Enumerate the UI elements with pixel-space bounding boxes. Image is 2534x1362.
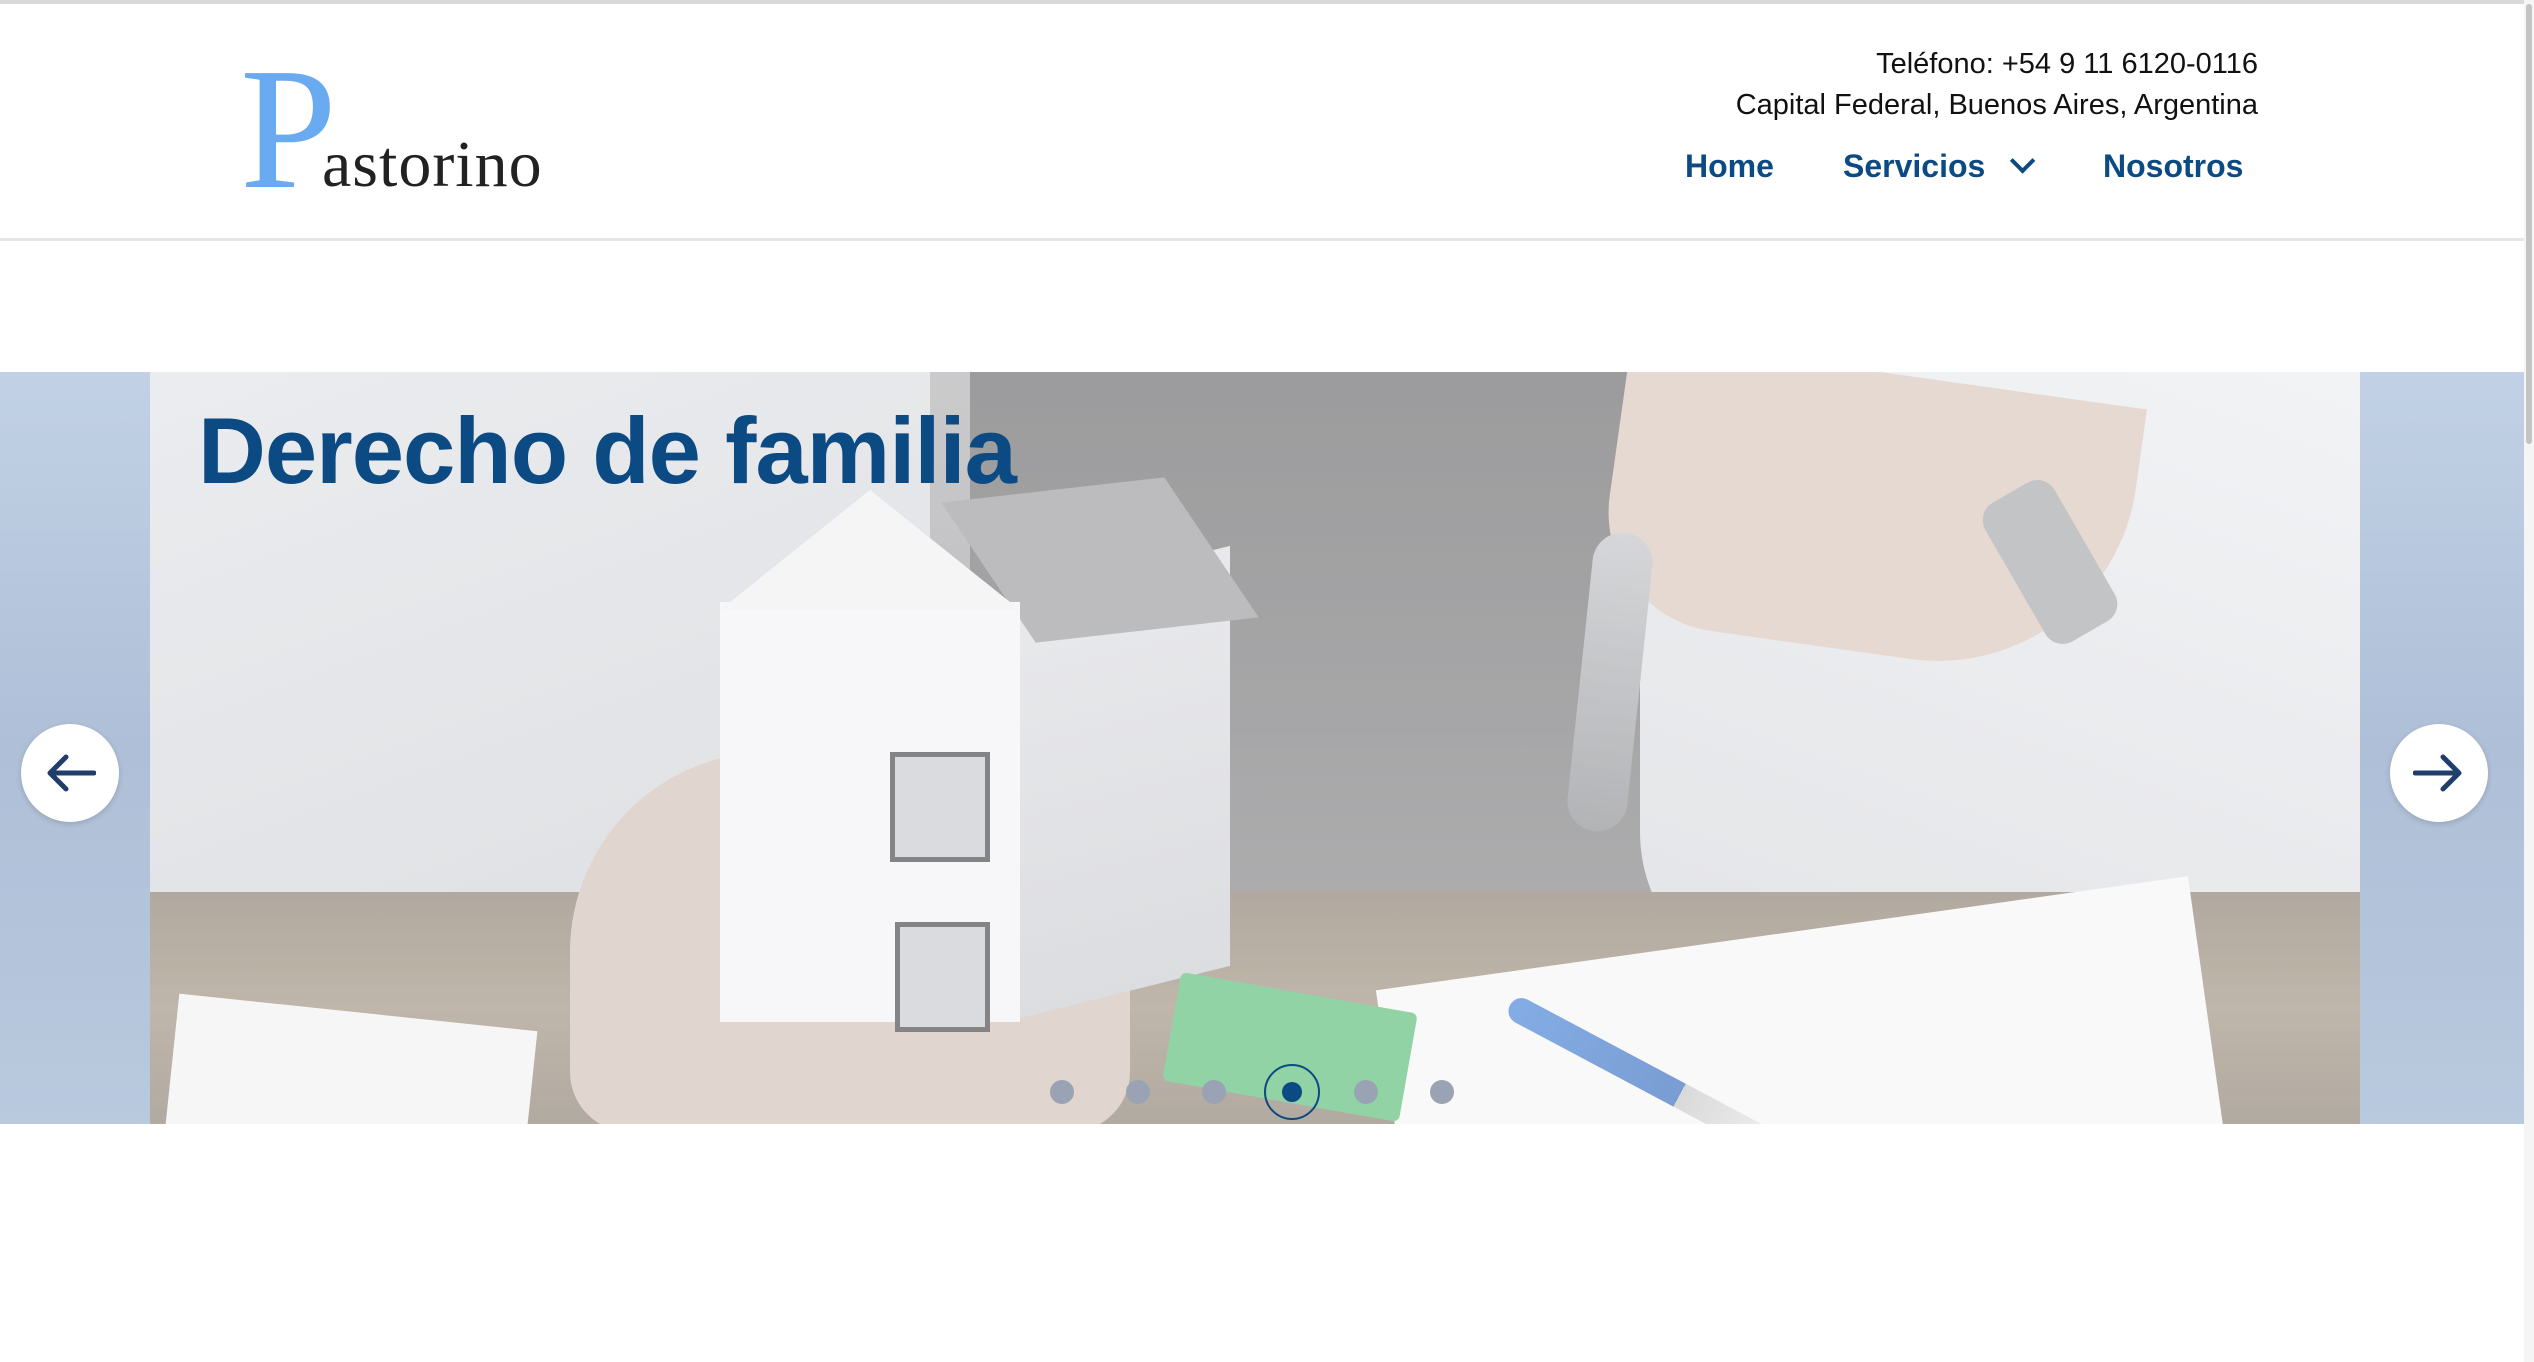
nav-item-nosotros[interactable]: Nosotros: [2103, 144, 2243, 188]
carousel-dot[interactable]: [1050, 1080, 1074, 1104]
contact-address: Capital Federal, Buenos Aires, Argentina: [1735, 89, 2258, 121]
carousel-dot[interactable]: [1354, 1080, 1378, 1104]
carousel-dot-active[interactable]: [1282, 1082, 1302, 1102]
carousel-next-button[interactable]: [2390, 724, 2488, 822]
carousel-dot[interactable]: [1126, 1080, 1150, 1104]
arrow-left-icon: [47, 754, 96, 792]
carousel-dot[interactable]: [1202, 1080, 1226, 1104]
nav-item-servicios-label: Servicios: [1843, 148, 1986, 184]
slide-title: Derecho de familia: [198, 398, 1017, 503]
header-divider: [0, 238, 2524, 241]
carousel-slide: Derecho de familia: [150, 372, 2360, 1124]
chevron-down-icon: [2010, 148, 2036, 174]
nav-item-home[interactable]: Home: [1685, 144, 1774, 188]
site-header: P astorino Teléfono: +54 9 11 6120-0116 …: [0, 4, 2524, 240]
site-logo[interactable]: P astorino: [240, 42, 560, 216]
hero-carousel: Derecho de familia: [0, 372, 2524, 1124]
carousel-dot[interactable]: [1430, 1080, 1454, 1104]
nav-item-servicios[interactable]: Servicios: [1843, 144, 2036, 188]
logo-wordmark: astorino: [322, 128, 543, 201]
carousel-prev-button[interactable]: [21, 724, 119, 822]
contact-phone: Teléfono: +54 9 11 6120-0116: [1876, 48, 2258, 80]
page-scrollbar-thumb[interactable]: [2526, 4, 2532, 444]
contact-info: Teléfono: +54 9 11 6120-0116 Capital Fed…: [1736, 44, 2258, 126]
carousel-pagination: [1050, 1062, 1470, 1122]
arrow-right-icon: [2413, 754, 2462, 792]
